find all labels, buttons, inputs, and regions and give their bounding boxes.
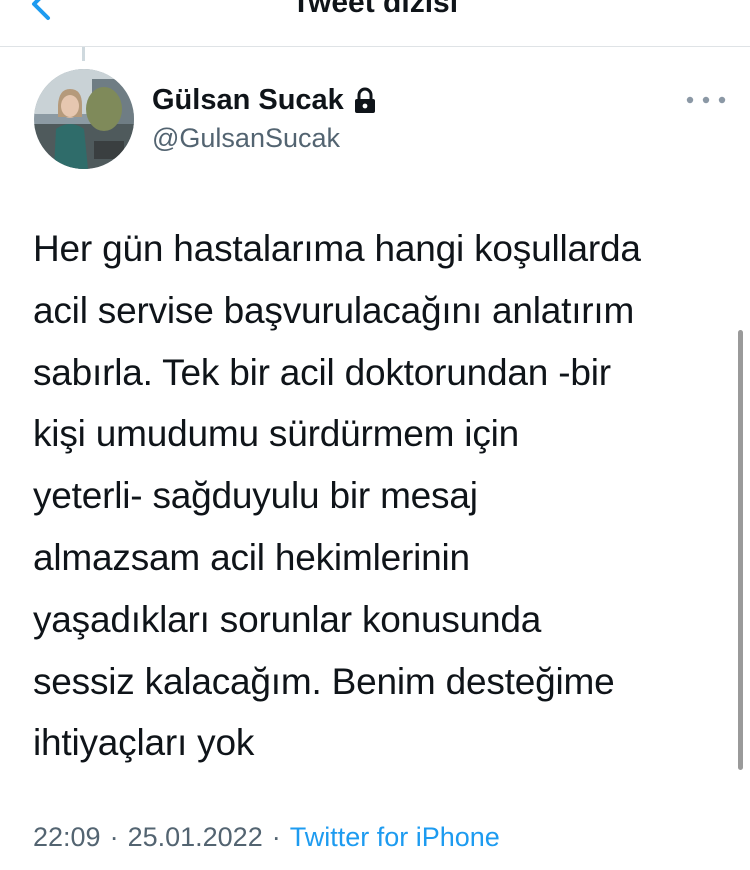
tweet-text-line: sessiz kalacağım. Benim desteğime	[33, 660, 615, 702]
tweet-metadata: 22:09 · 25.01.2022 · Twitter for iPhone	[33, 822, 500, 853]
meta-separator: ·	[271, 822, 281, 852]
tweet-text-line: kişi umudumu sürdürmem için	[33, 413, 520, 455]
top-navigation-bar: Tweet dizisi	[0, 0, 750, 47]
tweet-source-link[interactable]: Twitter for iPhone	[290, 822, 500, 853]
tweet-text-line: ihtiyaçları yok	[33, 722, 255, 764]
meta-separator: ·	[109, 822, 119, 852]
tweet-text-line: almazsam acil hekimlerinin	[33, 536, 470, 578]
tweet-text-line: acil servise başvurulacağını anlatırım	[33, 289, 635, 331]
tweet-text-line: Her gün hastalarıma hangi koşullarda	[33, 228, 641, 269]
avatar[interactable]	[34, 69, 134, 169]
scrollbar[interactable]	[738, 330, 743, 770]
tweet-text-line: sabırla. Tek bir acil doktorundan -bir	[33, 351, 611, 393]
tweet-time[interactable]: 22:09	[33, 822, 101, 853]
author-handle[interactable]: @GulsanSucak	[152, 123, 340, 154]
tweet-text: Her gün hastalarıma hangi koşullarda aci…	[33, 218, 723, 774]
author-name-row: Gülsan Sucak	[152, 84, 378, 117]
lock-icon	[354, 87, 375, 113]
tweet-text-line: yaşadıkları sorunlar konusunda	[33, 598, 542, 640]
thread-connector-line	[82, 47, 85, 61]
tweet-date[interactable]: 25.01.2022	[128, 822, 263, 853]
more-options-icon[interactable]	[684, 88, 728, 112]
author-name[interactable]: Gülsan Sucak	[152, 84, 344, 117]
page-title: Tweet dizisi	[291, 0, 459, 19]
tweet-text-line: yeterli- sağduyulu bir mesaj	[33, 475, 478, 517]
